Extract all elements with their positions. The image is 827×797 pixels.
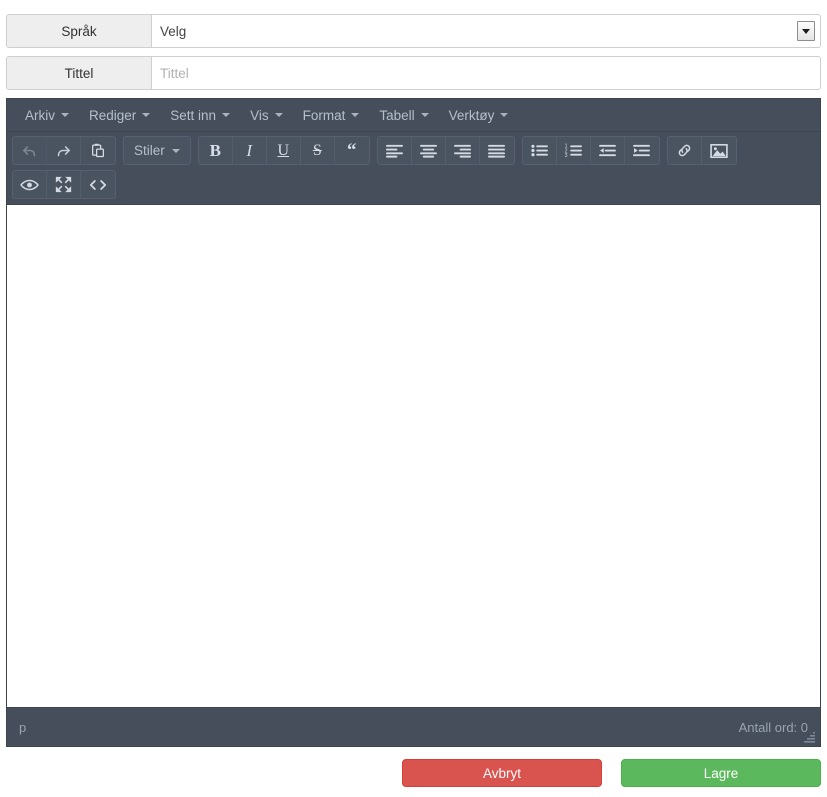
image-icon — [710, 143, 728, 159]
caret-down-icon — [222, 113, 231, 117]
strikethrough-icon: S — [312, 141, 322, 159]
caret-down-icon — [274, 113, 283, 117]
align-right-icon — [453, 143, 472, 158]
caret-down-icon — [351, 113, 360, 117]
title-input[interactable]: Tittel — [152, 57, 820, 89]
editor-statusbar: p Antall ord: 0 — [7, 708, 820, 746]
menu-vis[interactable]: Vis — [240, 103, 293, 128]
styles-dropdown-group: Stiler — [123, 136, 191, 165]
cancel-button[interactable]: Avbryt — [402, 759, 602, 787]
underline-button[interactable]: U — [267, 137, 301, 164]
redo-button[interactable] — [47, 137, 81, 164]
editor-content-area[interactable] — [7, 204, 820, 708]
list-button-group: 1 2 3 — [521, 136, 660, 165]
redo-arrow-icon — [55, 142, 72, 159]
insert-link-button[interactable] — [668, 137, 702, 164]
link-icon — [676, 142, 693, 159]
toolbar-row-1: Stiler B I U S “ 1 2 3 — [12, 136, 815, 170]
undo-arrow-icon — [21, 142, 38, 159]
caret-down-icon — [142, 113, 151, 117]
blockquote-icon: “ — [347, 140, 357, 161]
align-justify-icon — [487, 143, 506, 158]
menu-rediger[interactable]: Rediger — [79, 103, 160, 128]
menu-vis-label: Vis — [250, 107, 269, 123]
caret-down-icon — [61, 113, 69, 117]
bullet-list-icon — [530, 143, 549, 158]
clipboard-icon — [90, 142, 106, 159]
save-button[interactable]: Lagre — [621, 759, 821, 787]
paste-button[interactable] — [81, 137, 115, 164]
bold-button[interactable]: B — [199, 137, 233, 164]
align-center-button[interactable] — [412, 137, 446, 164]
italic-icon: I — [246, 140, 253, 160]
fullscreen-arrows-icon — [55, 176, 72, 193]
form-actions: Avbryt Lagre — [6, 759, 821, 787]
underline-icon: U — [277, 141, 290, 159]
numbered-list-button[interactable]: 1 2 3 — [557, 137, 591, 164]
svg-text:3: 3 — [564, 153, 567, 158]
element-path[interactable]: p — [19, 720, 26, 735]
align-right-button[interactable] — [446, 137, 480, 164]
preview-button[interactable] — [13, 171, 47, 198]
source-code-button[interactable] — [81, 171, 115, 198]
language-field-row: Språk Velg — [6, 14, 821, 48]
outdent-button[interactable] — [591, 137, 625, 164]
numbered-list-icon: 1 2 3 — [564, 143, 583, 158]
align-center-icon — [419, 143, 438, 158]
text-format-button-group: B I U S “ — [197, 136, 370, 165]
menu-verktoy[interactable]: Verktøy — [439, 103, 519, 128]
indent-icon — [632, 143, 651, 158]
eye-icon — [20, 178, 39, 192]
title-field-row: Tittel Tittel — [6, 56, 821, 90]
title-input-placeholder: Tittel — [160, 65, 189, 81]
menu-tabell[interactable]: Tabell — [369, 103, 438, 128]
menu-format[interactable]: Format — [293, 103, 370, 128]
styles-dropdown[interactable]: Stiler — [124, 137, 190, 164]
insert-image-button[interactable] — [702, 137, 736, 164]
indent-button[interactable] — [625, 137, 659, 164]
toolbar-row-2 — [12, 170, 815, 204]
language-select[interactable]: Velg — [152, 15, 820, 47]
italic-button[interactable]: I — [233, 137, 267, 164]
styles-dropdown-label: Stiler — [134, 143, 165, 158]
align-left-icon — [385, 143, 404, 158]
title-label: Tittel — [7, 57, 152, 89]
menu-tabell-label: Tabell — [379, 107, 415, 123]
rich-text-editor: Arkiv Rediger Sett inn Vis Format Tabell — [6, 98, 821, 747]
caret-down-icon — [171, 148, 180, 153]
insert-button-group — [666, 136, 737, 165]
blockquote-button[interactable]: “ — [335, 137, 369, 164]
align-justify-button[interactable] — [480, 137, 514, 164]
resize-grip-icon[interactable] — [803, 730, 817, 744]
caret-down-icon — [500, 113, 509, 117]
menu-sett-inn-label: Sett inn — [170, 107, 217, 123]
outdent-icon — [598, 143, 617, 158]
bold-icon: B — [209, 140, 221, 160]
editor-menubar: Arkiv Rediger Sett inn Vis Format Tabell — [7, 99, 820, 132]
align-left-button[interactable] — [378, 137, 412, 164]
menu-verktoy-label: Verktøy — [448, 107, 495, 123]
menu-sett-inn[interactable]: Sett inn — [160, 103, 240, 128]
menu-arkiv[interactable]: Arkiv — [15, 103, 79, 128]
alignment-button-group — [376, 136, 515, 165]
editor-page: Språk Velg Tittel Tittel Arkiv Rediger S… — [0, 14, 827, 797]
code-brackets-icon — [89, 178, 107, 192]
undo-button[interactable] — [13, 137, 47, 164]
language-selected-value: Velg — [160, 23, 187, 39]
word-count: Antall ord: 0 — [738, 719, 808, 735]
language-label: Språk — [7, 15, 152, 47]
bullet-list-button[interactable] — [523, 137, 557, 164]
chevron-down-icon[interactable] — [797, 21, 815, 41]
view-button-group — [12, 170, 116, 199]
strikethrough-button[interactable]: S — [301, 137, 335, 164]
menu-arkiv-label: Arkiv — [25, 107, 55, 123]
editor-toolbar: Stiler B I U S “ 1 2 3 — [7, 132, 820, 204]
caret-down-icon — [420, 113, 429, 117]
menu-rediger-label: Rediger — [89, 107, 137, 123]
history-button-group — [12, 136, 116, 165]
fullscreen-button[interactable] — [47, 171, 81, 198]
menu-format-label: Format — [302, 107, 346, 123]
